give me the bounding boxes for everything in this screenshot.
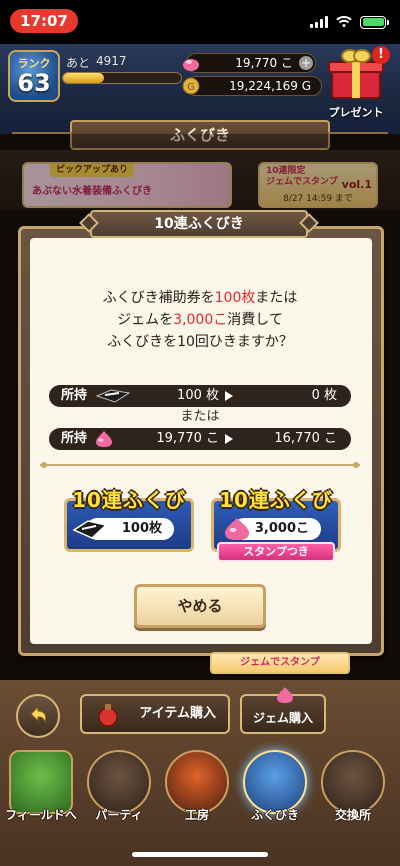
gem-shop-label: ジェム購入	[252, 711, 313, 725]
gem-balance-row: 所持 19,770 こ 16,770 こ	[49, 428, 351, 450]
ticket-balance-label: 所持	[61, 388, 88, 403]
cellular-signal-icon	[310, 16, 328, 28]
message-line-1: ふくびき補助券を100枚または	[102, 290, 298, 306]
field-icon	[9, 750, 73, 814]
gold-coin-icon: G	[182, 77, 200, 95]
or-separator: または	[180, 409, 220, 424]
gem-icon	[96, 431, 112, 447]
gold-counter: G 19,224,169 G	[182, 76, 322, 96]
exp-bar	[62, 72, 182, 84]
confirm-message: ふくびき補助券を100枚または ジェムを3,000こ消費して ふくびきを10回ひ…	[0, 287, 400, 353]
potion-icon	[98, 704, 118, 727]
nav-exchange[interactable]: 交換所	[316, 744, 390, 840]
back-button[interactable]	[16, 694, 60, 738]
message-line-3: ふくびきを10回ひきますか？	[107, 334, 293, 350]
gem-current: 19,770 こ	[156, 431, 219, 446]
gem-button-cost: 3,000こ	[225, 518, 321, 540]
ticket-button-cost-text: 100枚	[121, 521, 162, 536]
gem-button-cost-text: 3,000こ	[254, 521, 309, 536]
rank-value: 63	[17, 69, 51, 97]
gold-amount: 19,224,169 G	[229, 79, 311, 93]
ten-draw-ticket-button[interactable]: 10連ふくびき 100枚	[64, 484, 194, 554]
nav-lottery[interactable]: ふくびき	[238, 744, 312, 840]
exp-remaining: あと 4917	[66, 54, 127, 71]
gem-amount: 19,770 こ	[235, 56, 293, 70]
rank-badge: ランク 63	[8, 50, 60, 102]
item-shop-button[interactable]: アイテム購入	[80, 694, 230, 734]
status-icons	[310, 13, 389, 31]
nav-exchange-label: 交換所	[334, 808, 371, 822]
ornament-divider	[40, 462, 360, 468]
ticket-balance-row: 所持 100 枚 0 枚	[49, 385, 351, 407]
gem-balance-label: 所持	[61, 431, 88, 446]
nav-workshop-label: 工房	[184, 808, 209, 822]
svg-text:G: G	[187, 82, 195, 93]
nav-party-label: パーティ	[95, 808, 143, 822]
gem-after: 16,770 こ	[274, 431, 337, 446]
nav-field-label: フィールドへ	[5, 808, 77, 822]
add-gems-button[interactable]: +	[299, 56, 313, 70]
gem-stamp-banner[interactable]: ジェムでスタンプ	[210, 652, 350, 674]
dialog-title: 10連ふくびき	[79, 210, 319, 238]
back-arrow-icon	[30, 705, 47, 724]
battery-icon	[360, 15, 389, 29]
stamp-included-ribbon: スタンプつき	[217, 542, 335, 562]
lottery-ticket-icon	[95, 389, 131, 403]
exp-bar-fill	[63, 73, 105, 83]
lottery-ticket-icon	[72, 520, 108, 539]
ticket-after: 0 枚	[311, 388, 337, 403]
ten-draw-gem-button[interactable]: 10連ふくびき 3,000こ スタンプつき	[211, 484, 341, 562]
gem-cost-highlight: 3,000こ	[173, 312, 228, 328]
ticket-cost-highlight: 100枚	[214, 290, 256, 306]
gem-counter: 19,770 こ +	[183, 53, 316, 73]
present-label: プレゼント	[328, 106, 384, 119]
party-icon	[87, 750, 151, 814]
gem-icon	[183, 59, 199, 71]
ticket-button-cost: 100枚	[72, 518, 174, 540]
status-bar: 17:07	[0, 0, 400, 44]
bottom-panel: アイテム購入 ジェム購入 フィールドへ パーティ 工房 ふくびき 交換所	[0, 680, 400, 866]
home-indicator	[132, 852, 268, 857]
nav-workshop[interactable]: 工房	[160, 744, 234, 840]
workshop-hammer-icon	[165, 750, 229, 814]
gem-icon	[225, 518, 249, 540]
present-alert-badge: !	[372, 46, 390, 64]
item-shop-label: アイテム購入	[139, 706, 216, 721]
arrow-right-icon	[225, 434, 233, 444]
gem-icon	[277, 687, 293, 703]
dialog-title-text: 10連ふくびき	[154, 216, 244, 232]
ticket-current: 100 枚	[177, 388, 219, 403]
nav-lottery-label: ふくびき	[250, 808, 299, 822]
nav-party[interactable]: パーティ	[82, 744, 156, 840]
gem-shop-button[interactable]: ジェム購入	[240, 687, 326, 734]
cancel-button[interactable]: やめる	[134, 584, 266, 628]
exp-value: 4917	[96, 54, 127, 68]
present-button[interactable]: ! プレゼント	[324, 46, 390, 119]
exchange-scale-icon	[321, 750, 385, 814]
nav-field[interactable]: フィールドへ	[4, 744, 78, 840]
bottom-nav: フィールドへ パーティ 工房 ふくびき 交換所	[0, 744, 400, 840]
treasure-chest-icon	[243, 750, 307, 814]
wifi-icon	[336, 16, 352, 28]
arrow-right-icon	[225, 391, 233, 401]
exp-prefix: あと	[66, 56, 91, 70]
status-time: 17:07	[10, 9, 78, 33]
message-line-2: ジェムを3,000こ消費して	[117, 312, 283, 328]
